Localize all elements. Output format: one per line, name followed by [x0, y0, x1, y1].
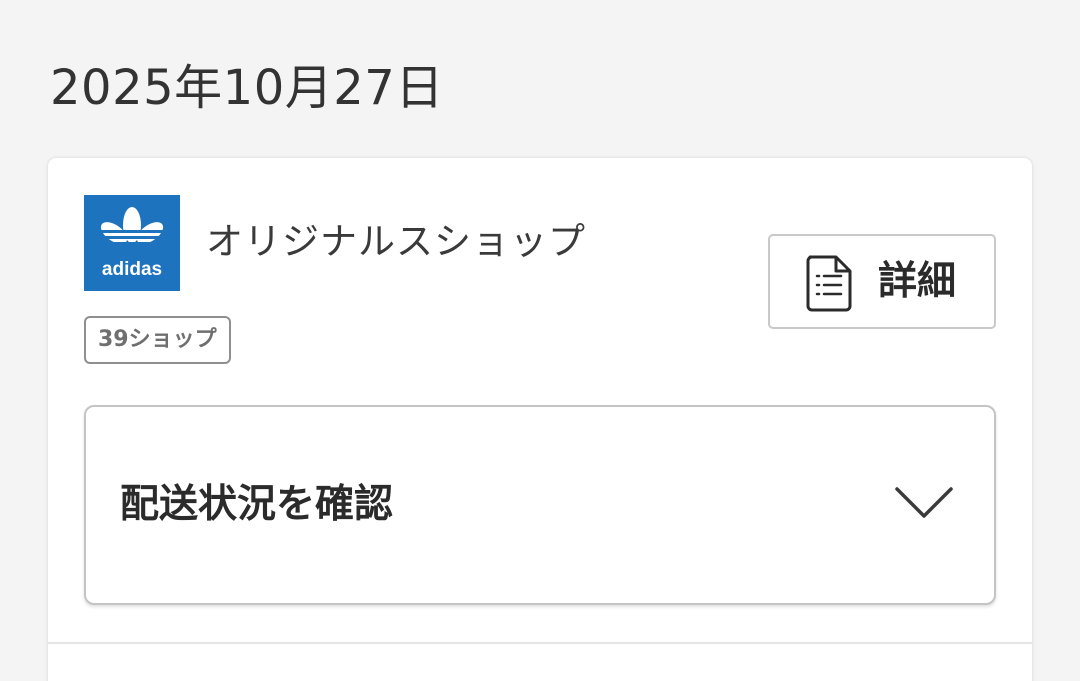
delivery-status-label: 配送状況を確認: [120, 482, 394, 527]
shop-name[interactable]: オリジナルスショップ: [206, 218, 586, 266]
shop-category-badge: 39ショップ: [84, 316, 231, 364]
chevron-down-icon: [895, 487, 953, 518]
brand-wordmark: adidas: [102, 259, 162, 280]
order-card: adidas オリジナルスショップ 39ショップ 詳細 配送状況を確認: [48, 158, 1032, 681]
delivery-status-accordion[interactable]: 配送状況を確認: [84, 405, 996, 605]
card-divider: [48, 642, 1032, 644]
order-date-heading: 2025年10月27日: [50, 60, 444, 116]
adidas-trefoil-logo-icon: adidas: [96, 207, 168, 280]
details-button[interactable]: 詳細: [768, 234, 996, 329]
order-history-page: 2025年10月27日 adidas オリジナルスショップ 39ショップ 詳細 …: [0, 0, 1080, 681]
details-button-label: 詳細: [878, 259, 957, 304]
shop-logo[interactable]: adidas: [84, 195, 180, 291]
document-list-icon: [806, 255, 852, 312]
